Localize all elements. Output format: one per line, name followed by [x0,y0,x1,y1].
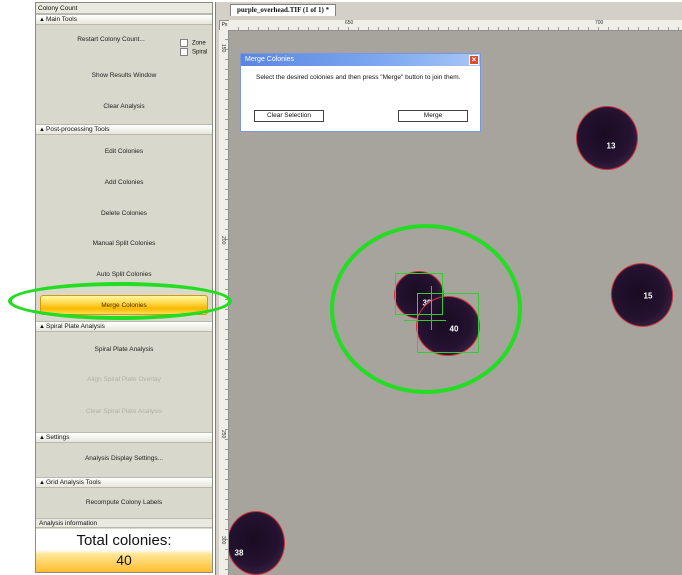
ruler-label-200: 200 [220,236,226,245]
edit-colonies-button[interactable]: Edit Colonies [36,139,212,165]
horizontal-ruler: 650 700 [229,20,682,31]
analysis-information-header: Analysis information [36,518,212,528]
spiral-checkbox[interactable]: Spiral [180,48,207,57]
grid-analysis-header[interactable]: ▲Grid Analysis Tools [36,477,212,488]
close-icon[interactable]: × [469,55,479,65]
manual-split-colonies-button[interactable]: Manual Split Colonies [36,231,212,257]
ruler-label-150: 150 [220,44,226,53]
colony-label: 38 [234,548,244,558]
collapse-chevron-icon: ▲ [39,435,45,441]
collapse-chevron-icon: ▲ [39,480,45,486]
collapse-chevron-icon: ▲ [39,324,45,330]
restart-colony-count-button[interactable]: Restart Colony Count... [36,27,186,53]
ruler-label-700: 700 [595,20,604,26]
total-colonies-box: Total colonies: 40 [36,529,212,572]
add-colonies-button[interactable]: Add Colonies [36,170,212,196]
collapse-chevron-icon: ▲ [39,17,45,23]
colony-label: 13 [606,141,616,151]
ruler-label-300: 300 [220,536,226,545]
analysis-display-settings-button[interactable]: Analysis Display Settings... [36,446,212,472]
collapse-chevron-icon: ▲ [39,127,45,133]
zone-checkbox[interactable]: Zone [180,39,206,48]
align-spiral-plate-overlay-button: Align Spiral Plate Overlay [87,376,161,383]
spiral-checkbox-box[interactable] [180,48,188,56]
annotation-ellipse-merge-button [8,282,232,320]
zone-checkbox-box[interactable] [180,39,188,47]
settings-header[interactable]: ▲Settings [36,432,212,443]
total-colonies-value: 40 [116,552,132,568]
ruler-label-650: 650 [345,20,354,26]
clear-analysis-button[interactable]: Clear Analysis [36,94,212,120]
clear-selection-button[interactable]: Clear Selection [254,110,324,122]
annotation-ellipse-colonies [330,224,522,394]
show-results-window-button[interactable]: Show Results Window [36,63,212,89]
main-tools-header[interactable]: ▲Main Tools [36,14,212,25]
delete-colonies-button[interactable]: Delete Colonies [36,201,212,227]
colony-label: 15 [643,291,653,301]
document-tab[interactable]: purple_overhead.TIF (1 of 1) * [230,4,337,16]
dialog-message: Select the desired colonies and then pre… [256,74,461,81]
recompute-colony-labels-button[interactable]: Recompute Colony Labels [36,490,212,516]
colony[interactable] [601,254,682,336]
ruler-label-250: 250 [220,430,226,439]
panel-title: Colony Count [36,3,212,14]
dialog-title[interactable]: Merge Colonies [241,54,480,66]
clear-spiral-plate-analysis-button: Clear Spiral Plate Analysis [85,408,163,415]
colony[interactable] [576,106,638,170]
spiral-plate-header[interactable]: ▲Spiral Plate Analysis [36,321,212,332]
merge-button[interactable]: Merge [398,110,468,122]
total-colonies-label: Total colonies: [76,532,172,549]
merge-colonies-dialog: Merge Colonies × Select the desired colo… [240,53,481,132]
spiral-plate-analysis-button[interactable]: Spiral Plate Analysis [36,337,212,363]
colony[interactable] [229,511,285,575]
post-processing-header[interactable]: ▲Post-processing Tools [36,124,212,135]
